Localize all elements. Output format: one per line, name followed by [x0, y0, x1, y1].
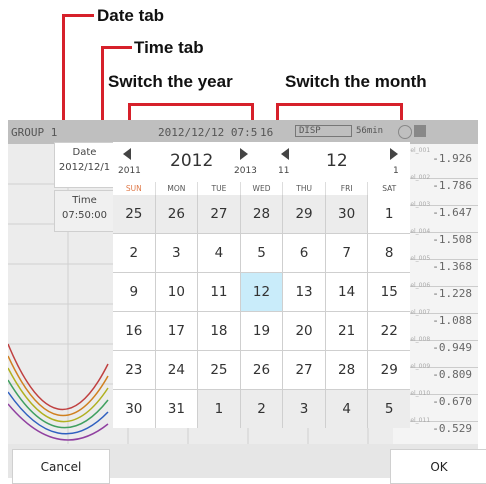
- calendar-day[interactable]: 1: [368, 195, 410, 233]
- time-tab-callout: Time tab: [134, 38, 204, 57]
- weekday-header: SUN MON TUE WED THU FRI SAT: [113, 182, 410, 195]
- date-tab-value: 2012/12/1: [58, 162, 111, 173]
- next-month-arrow-icon[interactable]: [390, 148, 398, 160]
- calendar-day[interactable]: 17: [155, 312, 198, 350]
- date-tab-title: Date: [72, 147, 97, 158]
- current-year: 2012: [170, 151, 214, 171]
- calendar-day[interactable]: 31: [155, 390, 198, 428]
- time-tab-title: Time: [72, 195, 97, 206]
- calendar-day[interactable]: 28: [325, 351, 368, 389]
- calendar-day[interactable]: 9: [113, 273, 155, 311]
- calendar-day[interactable]: 30: [325, 195, 368, 233]
- time-tab-value: 07:50:00: [62, 210, 107, 221]
- weekday-label: WED: [241, 182, 284, 195]
- calendar-day[interactable]: 23: [113, 351, 155, 389]
- settings-icon[interactable]: [398, 125, 412, 139]
- calendar-day[interactable]: 25: [113, 195, 155, 233]
- channel-value: -1.786: [432, 179, 472, 192]
- channel-value: -1.647: [432, 206, 472, 219]
- calendar-day[interactable]: 27: [283, 351, 325, 389]
- next-year-arrow-icon[interactable]: [240, 148, 248, 160]
- calendar-day[interactable]: 5: [368, 390, 410, 428]
- channel-value: -0.670: [432, 395, 472, 408]
- calendar-day[interactable]: 15: [368, 273, 410, 311]
- channel-value: -0.949: [432, 341, 472, 354]
- calendar-day[interactable]: 24: [155, 351, 198, 389]
- prev-year-label[interactable]: 2011: [118, 166, 141, 176]
- weekday-label: SUN: [113, 182, 156, 195]
- calendar-day[interactable]: 8: [368, 234, 410, 272]
- datetime-label: 2012/12/12 07:5: [158, 126, 258, 139]
- prev-month-arrow-icon[interactable]: [281, 148, 289, 160]
- calendar-day[interactable]: 26: [240, 351, 283, 389]
- calendar-day[interactable]: 28: [240, 195, 283, 233]
- calendar-day[interactable]: 20: [283, 312, 325, 350]
- calendar-day[interactable]: 1: [198, 390, 240, 428]
- calendar-day[interactable]: 2: [240, 390, 283, 428]
- date-tab[interactable]: Date 2012/12/1: [54, 142, 115, 188]
- next-year-label[interactable]: 2013: [234, 166, 257, 176]
- date-tab-callout: Date tab: [97, 6, 165, 25]
- status-bar: GROUP 1 2012/12/12 07:5 16 DISP 56min: [8, 120, 478, 144]
- calendar-day[interactable]: 11: [198, 273, 240, 311]
- calendar-day[interactable]: 26: [155, 195, 198, 233]
- calendar-grid: 25 26 27 28 29 30 1 2 3 4 5 6 7 8 9 10 11 12 13 14 15 16 17 18 1…: [113, 195, 410, 428]
- calendar-day[interactable]: 12: [240, 273, 283, 311]
- calendar-day[interactable]: 19: [240, 312, 283, 350]
- channel-value: -0.529: [432, 422, 472, 435]
- calendar-day[interactable]: 14: [325, 273, 368, 311]
- span-label: 56min: [356, 126, 384, 136]
- channel-value: -1.368: [432, 260, 472, 273]
- calendar-day[interactable]: 27: [198, 195, 240, 233]
- calendar-day[interactable]: 25: [198, 351, 240, 389]
- calendar-day[interactable]: 29: [283, 195, 325, 233]
- prev-month-label[interactable]: 11: [278, 166, 289, 176]
- calendar-day[interactable]: 7: [325, 234, 368, 272]
- weekday-label: TUE: [198, 182, 241, 195]
- grid-icon[interactable]: [414, 125, 426, 137]
- calendar-day[interactable]: 4: [198, 234, 240, 272]
- calendar-day[interactable]: 30: [113, 390, 155, 428]
- weekday-label: FRI: [326, 182, 369, 195]
- calendar-day[interactable]: 2: [113, 234, 155, 272]
- current-month: 12: [326, 151, 348, 171]
- calendar-day[interactable]: 29: [368, 351, 410, 389]
- group-label: GROUP 1: [11, 126, 58, 139]
- calendar-day[interactable]: 6: [283, 234, 325, 272]
- time-suffix: 16: [260, 126, 274, 139]
- channel-value: -1.088: [432, 314, 472, 327]
- weekday-label: MON: [156, 182, 199, 195]
- channel-value: -1.508: [432, 233, 472, 246]
- calendar-day[interactable]: 18: [198, 312, 240, 350]
- channel-value: -1.926: [432, 152, 472, 165]
- switch-month-callout: Switch the month: [285, 72, 427, 91]
- calendar-day[interactable]: 22: [368, 312, 410, 350]
- calendar-day[interactable]: 10: [155, 273, 198, 311]
- next-month-label[interactable]: 1: [393, 166, 399, 176]
- weekday-label: SAT: [382, 184, 397, 193]
- disp-indicator[interactable]: DISP: [295, 125, 352, 137]
- calendar-day[interactable]: 13: [283, 273, 325, 311]
- time-tab[interactable]: Time 07:50:00: [54, 190, 115, 232]
- calendar-day[interactable]: 3: [155, 234, 198, 272]
- calendar-header: 2011 2012 2013 11 12 1: [113, 142, 410, 182]
- weekday-label: THU: [283, 182, 326, 195]
- switch-year-callout: Switch the year: [108, 72, 233, 91]
- cancel-button[interactable]: Cancel: [12, 449, 110, 484]
- prev-year-arrow-icon[interactable]: [123, 148, 131, 160]
- ok-button[interactable]: OK: [390, 449, 486, 484]
- channel-value: -0.809: [432, 368, 472, 381]
- calendar-day[interactable]: 21: [325, 312, 368, 350]
- calendar-day[interactable]: 4: [325, 390, 368, 428]
- calendar-day[interactable]: 3: [283, 390, 325, 428]
- calendar-day[interactable]: 5: [240, 234, 283, 272]
- channel-value: -1.228: [432, 287, 472, 300]
- calendar-day[interactable]: 16: [113, 312, 155, 350]
